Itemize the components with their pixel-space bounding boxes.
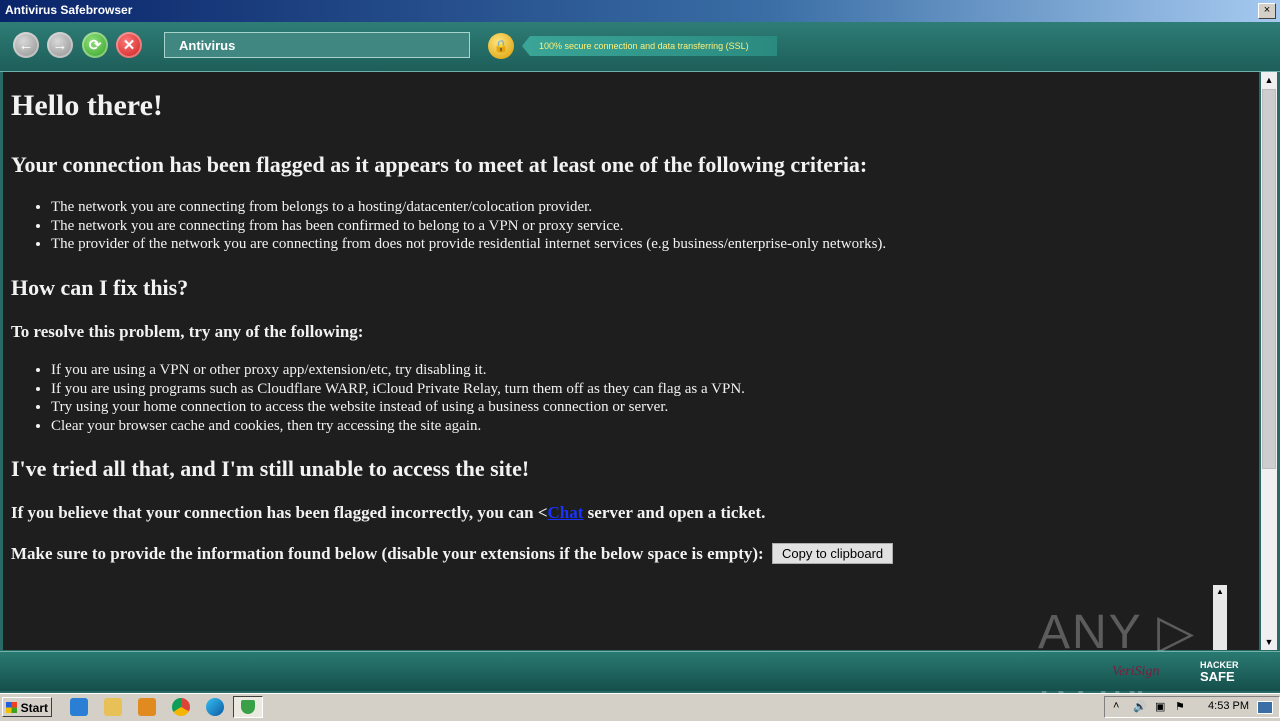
browser-footer: VeriSign HACKER SAFE [0,651,1280,691]
lock-icon: 🔒 [488,33,514,59]
copy-to-clipboard-button[interactable]: Copy to clipboard [771,543,894,564]
window-close-button[interactable]: × [1258,3,1276,19]
verisign-logo: VeriSign [1112,664,1160,679]
flagged-heading: Your connection has been flagged as it a… [11,152,868,177]
list-item: Try using your home connection to access… [51,398,745,417]
shield-icon [241,700,255,714]
media-player-icon[interactable] [138,698,156,716]
back-button[interactable]: ← [13,32,39,58]
criteria-list: The network you are connecting from belo… [11,198,886,254]
list-item: The network you are connecting from belo… [51,198,886,217]
volume-icon[interactable]: 🔊 [1133,700,1147,713]
page-content: Hello there! Your connection has been fl… [3,72,1259,650]
antivirus-taskbar-button[interactable] [233,696,263,718]
list-item: The provider of the network you are conn… [51,235,886,254]
windows-logo-icon [6,702,17,713]
start-label: Start [20,701,48,715]
list-item: Clear your browser cache and cookies, th… [51,417,745,436]
chat-link[interactable]: Chat [548,503,584,522]
ssl-status-banner: 100% secure connection and data transfer… [522,36,777,56]
scrollbar-thumb[interactable] [1262,89,1276,469]
fix-list: If you are using a VPN or other proxy ap… [11,361,745,435]
address-bar[interactable]: Antivirus [164,32,470,58]
contact-text-after: server and open a ticket. [583,503,766,522]
page-scrollbar[interactable]: ▲ ▼ [1261,72,1277,650]
info-line: Make sure to provide the information fou… [11,543,894,564]
browser-toolbar: ← → ⟳ ✕ Antivirus 🔒 100% secure connecti… [0,22,1280,72]
window-title-bar: Antivirus Safebrowser × [0,0,1280,22]
list-item: If you are using programs such as Cloudf… [51,380,745,399]
internet-explorer-icon[interactable] [70,698,88,716]
scroll-up-arrow-icon[interactable]: ▲ [1261,72,1277,88]
action-center-flag-icon[interactable]: ⚑ [1175,700,1185,713]
contact-text-before: If you believe that your connection has … [11,503,548,522]
fix-heading: How can I fix this? [11,275,189,300]
chrome-icon[interactable] [172,698,190,716]
hacker-safe-line2: SAFE [1200,669,1235,684]
hacker-safe-badge: HACKER SAFE [1182,660,1239,684]
list-item: The network you are connecting from has … [51,217,886,236]
edge-icon[interactable] [206,698,224,716]
taskbar: Start ˄ 🔊 ▣ ⚑ 4:53 PM [0,693,1280,721]
list-item: If you are using a VPN or other proxy ap… [51,361,745,380]
refresh-button[interactable]: ⟳ [82,32,108,58]
scroll-up-arrow-icon[interactable]: ▲ [1213,585,1227,599]
fix-subheading: To resolve this problem, try any of the … [11,322,364,341]
tray-chevron-icon[interactable]: ˄ [1113,700,1119,712]
page-heading: Hello there! [11,89,163,122]
network-icon[interactable]: ▣ [1155,700,1165,713]
contact-line: If you believe that your connection has … [11,503,765,523]
stop-button[interactable]: ✕ [116,32,142,58]
window-title: Antivirus Safebrowser [5,3,133,17]
forward-button[interactable]: → [47,32,73,58]
clock[interactable]: 4:53 PM [1208,700,1249,712]
tried-heading: I've tried all that, and I'm still unabl… [11,456,530,481]
start-button[interactable]: Start [2,697,52,717]
info-text: Make sure to provide the information fou… [11,544,764,563]
system-tray: ˄ 🔊 ▣ ⚑ 4:53 PM [1104,696,1280,718]
file-explorer-icon[interactable] [104,698,122,716]
show-desktop-icon[interactable] [1257,701,1273,714]
